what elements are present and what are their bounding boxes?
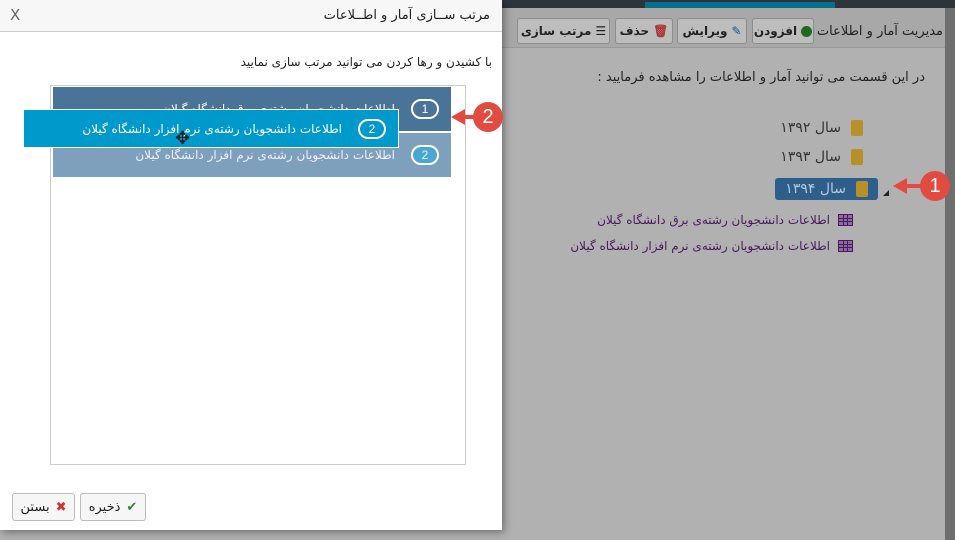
- tree-year-1392[interactable]: سال ۱۳۹۲: [780, 120, 863, 136]
- close-icon[interactable]: X: [10, 6, 20, 24]
- edit-button[interactable]: ✎ ویرایش: [677, 18, 747, 44]
- order-badge: 2: [411, 145, 439, 165]
- dialog-header: مرتب ســازی آمار و اطــلاعات X: [0, 0, 502, 32]
- check-icon: ✔: [126, 499, 138, 515]
- tree-leaf[interactable]: اطلاعات دانشجویان رشته‌ی برق دانشگاه گیل…: [597, 213, 853, 227]
- add-button[interactable]: افزودن: [752, 18, 814, 44]
- folder-icon: [851, 149, 863, 165]
- drag-helper[interactable]: 2 اطلاعات دانشجویان رشته‌ی نرم افزار دانش…: [23, 109, 399, 148]
- save-button[interactable]: ✔ ذخیره: [80, 493, 146, 521]
- tree-year-1394[interactable]: سال ۱۳۹۴: [775, 178, 878, 200]
- tree-year-1393[interactable]: سال ۱۳۹۳: [780, 149, 863, 165]
- instruction-text: با کشیدن و رها کردن می توانید مرتب سازی …: [240, 55, 492, 69]
- sort-dialog: مرتب ســازی آمار و اطــلاعات X با کشیدن …: [0, 0, 502, 530]
- delete-button[interactable]: 🗑 حذف: [615, 18, 673, 44]
- intro-text: در این قسمت می توانید آمار و اطلاعات را …: [597, 70, 925, 85]
- folder-icon: [851, 120, 863, 136]
- move-cursor-icon: ✥: [175, 128, 191, 149]
- scrollbar[interactable]: [945, 8, 955, 540]
- section-title: مدیریت آمار و اطلاعات :: [808, 24, 943, 39]
- table-icon: [838, 214, 853, 226]
- pencil-icon: ✎: [731, 24, 742, 38]
- order-badge: 1: [411, 99, 439, 119]
- layers-icon: ☰: [595, 24, 607, 38]
- dialog-title: مرتب ســازی آمار و اطــلاعات: [323, 8, 490, 23]
- expand-caret-icon[interactable]: [883, 190, 889, 196]
- folder-icon: [856, 181, 868, 197]
- tree-leaf[interactable]: اطلاعات دانشجویان رشته‌ی نرم افزار دانشگ…: [570, 239, 853, 253]
- order-badge: 2: [358, 118, 386, 139]
- sort-button[interactable]: ☰ مرتب سازی: [517, 18, 610, 44]
- x-icon: ✖: [55, 499, 67, 515]
- step-marker-1: 1: [920, 171, 950, 201]
- table-icon: [838, 240, 853, 252]
- step-marker-2: 2: [473, 102, 503, 132]
- plus-icon: [801, 25, 813, 37]
- cancel-button[interactable]: ✖ بستن: [12, 493, 75, 521]
- trash-icon: 🗑: [653, 24, 669, 38]
